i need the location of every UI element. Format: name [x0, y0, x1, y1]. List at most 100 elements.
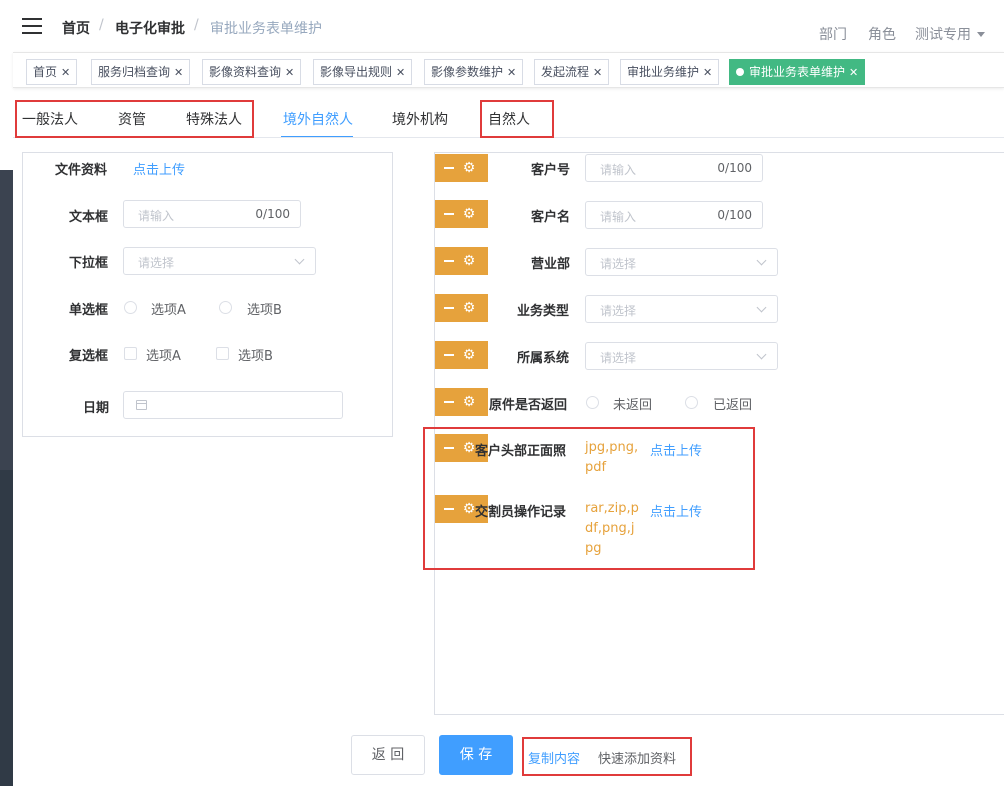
customer-no-label: 客户号: [531, 163, 571, 178]
close-icon[interactable]: ✕: [593, 66, 602, 79]
hamburger-menu-icon[interactable]: [22, 18, 42, 34]
select-placeholder: 请选择: [600, 351, 637, 365]
system-select[interactable]: 请选择: [585, 342, 778, 370]
radio-label: 单选框: [69, 303, 109, 318]
tag-label: 影像导出规则: [320, 65, 393, 79]
radio-not-returned[interactable]: [586, 396, 599, 409]
close-icon[interactable]: ✕: [174, 66, 183, 79]
select-placeholder: 请选择: [600, 304, 637, 318]
tag-start-process[interactable]: 发起流程 ✕: [534, 59, 610, 85]
chevron-down-icon: [756, 349, 767, 360]
role-menu[interactable]: 角色: [868, 24, 896, 44]
gear-icon[interactable]: ⚙: [462, 205, 476, 223]
gear-icon[interactable]: ⚙: [462, 252, 476, 270]
chevron-down-icon: [756, 255, 767, 266]
user-name: 测试专用: [915, 27, 971, 43]
tag-label: 发起流程: [541, 65, 590, 79]
remove-icon[interactable]: [444, 307, 454, 309]
breadcrumb-separator: /: [99, 17, 104, 33]
original-returned-label: 原件是否返回: [489, 398, 568, 413]
field-controls-business-type: ⚙: [435, 294, 488, 322]
top-navbar: 首页 / 电子化审批 / 审批业务表单维护 部门 角色 测试专用: [13, 0, 1004, 52]
text-field-label: 文本框: [69, 210, 109, 225]
remove-icon[interactable]: [444, 167, 454, 169]
close-icon[interactable]: ✕: [507, 66, 516, 79]
tag-approval-form-active[interactable]: 审批业务表单维护 ✕: [729, 59, 866, 85]
checkbox-option-a[interactable]: [124, 347, 137, 360]
text-input[interactable]: 请输入 0/100: [123, 200, 301, 228]
highlight-box-bottom-links: [522, 737, 692, 776]
tag-approval-business[interactable]: 审批业务维护 ✕: [620, 59, 720, 85]
field-controls-customer-no: ⚙: [435, 154, 488, 182]
tag-home[interactable]: 首页 ✕: [26, 59, 78, 85]
breadcrumb-home[interactable]: 首页: [62, 18, 90, 38]
tag-label: 影像资料查询: [209, 65, 282, 79]
caret-down-icon: [977, 32, 985, 37]
tag-image-export-rules[interactable]: 影像导出规则 ✕: [313, 59, 413, 85]
branch-select[interactable]: 请选择: [585, 248, 778, 276]
checkbox-option-a-label: 选项A: [146, 349, 181, 364]
chevron-down-icon: [756, 302, 767, 313]
checkbox-option-b[interactable]: [216, 347, 229, 360]
tag-label: 审批业务维护: [627, 65, 700, 79]
tag-label: 服务归档查询: [98, 65, 171, 79]
tag-image-params[interactable]: 影像参数维护 ✕: [424, 59, 524, 85]
radio-option-b[interactable]: [219, 301, 232, 314]
remove-icon[interactable]: [444, 401, 454, 403]
business-type-select[interactable]: 请选择: [585, 295, 778, 323]
active-dot-icon: [736, 68, 744, 76]
sidebar-menu-bg: [0, 170, 13, 470]
tag-label: 审批业务表单维护: [749, 65, 846, 79]
close-icon[interactable]: ✕: [61, 66, 70, 79]
business-type-label: 业务类型: [517, 304, 570, 319]
department-menu[interactable]: 部门: [819, 24, 847, 44]
save-button[interactable]: 保 存: [439, 735, 513, 775]
radio-option-a[interactable]: [124, 301, 137, 314]
select-dropdown[interactable]: 请选择: [123, 247, 316, 275]
tag-service-archive-query[interactable]: 服务归档查询 ✕: [91, 59, 191, 85]
tag-label: 首页: [33, 65, 58, 79]
select-placeholder: 请选择: [600, 257, 637, 271]
calendar-icon: [136, 400, 147, 410]
date-label: 日期: [83, 401, 110, 416]
close-icon[interactable]: ✕: [396, 66, 405, 79]
highlight-box-tabs-left: [15, 100, 254, 138]
field-controls-customer-name: ⚙: [435, 200, 488, 228]
remove-icon[interactable]: [444, 260, 454, 262]
upload-link[interactable]: 点击上传: [133, 159, 185, 178]
tags-view-bar: 首页 ✕ 服务归档查询 ✕ 影像资料查询 ✕ 影像导出规则 ✕ 影像参数维护 ✕ 发起流程…: [13, 52, 1004, 88]
tab-overseas-institution[interactable]: 境外机构: [392, 109, 448, 129]
field-controls-branch: ⚙: [435, 247, 488, 275]
char-counter: 0/100: [255, 207, 290, 221]
customer-name-input[interactable]: 请输入 0/100: [585, 201, 763, 229]
back-button[interactable]: 返 回: [351, 735, 425, 775]
date-picker[interactable]: [123, 391, 343, 419]
customer-no-input[interactable]: 请输入 0/100: [585, 154, 763, 182]
gear-icon[interactable]: ⚙: [462, 299, 476, 317]
gear-icon[interactable]: ⚙: [462, 393, 476, 411]
breadcrumb-current: 审批业务表单维护: [210, 21, 322, 37]
remove-icon[interactable]: [444, 213, 454, 215]
tab-overseas-natural-person[interactable]: 境外自然人: [283, 109, 353, 129]
radio-returned[interactable]: [685, 396, 698, 409]
remove-icon[interactable]: [444, 354, 454, 356]
field-controls-original-returned: ⚙: [435, 388, 488, 416]
tag-image-data-query[interactable]: 影像资料查询 ✕: [202, 59, 302, 85]
customer-name-label: 客户名: [531, 210, 571, 225]
gear-icon[interactable]: ⚙: [462, 346, 476, 364]
close-icon[interactable]: ✕: [703, 66, 712, 79]
close-icon[interactable]: ✕: [285, 66, 294, 79]
branch-label: 营业部: [531, 257, 571, 272]
select-placeholder: 请选择: [138, 256, 175, 270]
breadcrumb-separator: /: [194, 17, 199, 33]
radio-option-a-label: 选项A: [151, 303, 186, 318]
user-dropdown[interactable]: 测试专用: [915, 24, 985, 44]
breadcrumb-e-approval[interactable]: 电子化审批: [115, 18, 185, 38]
checkbox-label: 复选框: [69, 349, 109, 364]
close-icon[interactable]: ✕: [849, 66, 858, 79]
sidebar-menu-bg-lower: [0, 470, 13, 786]
input-placeholder: 请输入: [138, 209, 175, 223]
checkbox-option-b-label: 选项B: [238, 349, 273, 364]
radio-not-returned-label: 未返回: [613, 398, 653, 413]
gear-icon[interactable]: ⚙: [462, 159, 476, 177]
